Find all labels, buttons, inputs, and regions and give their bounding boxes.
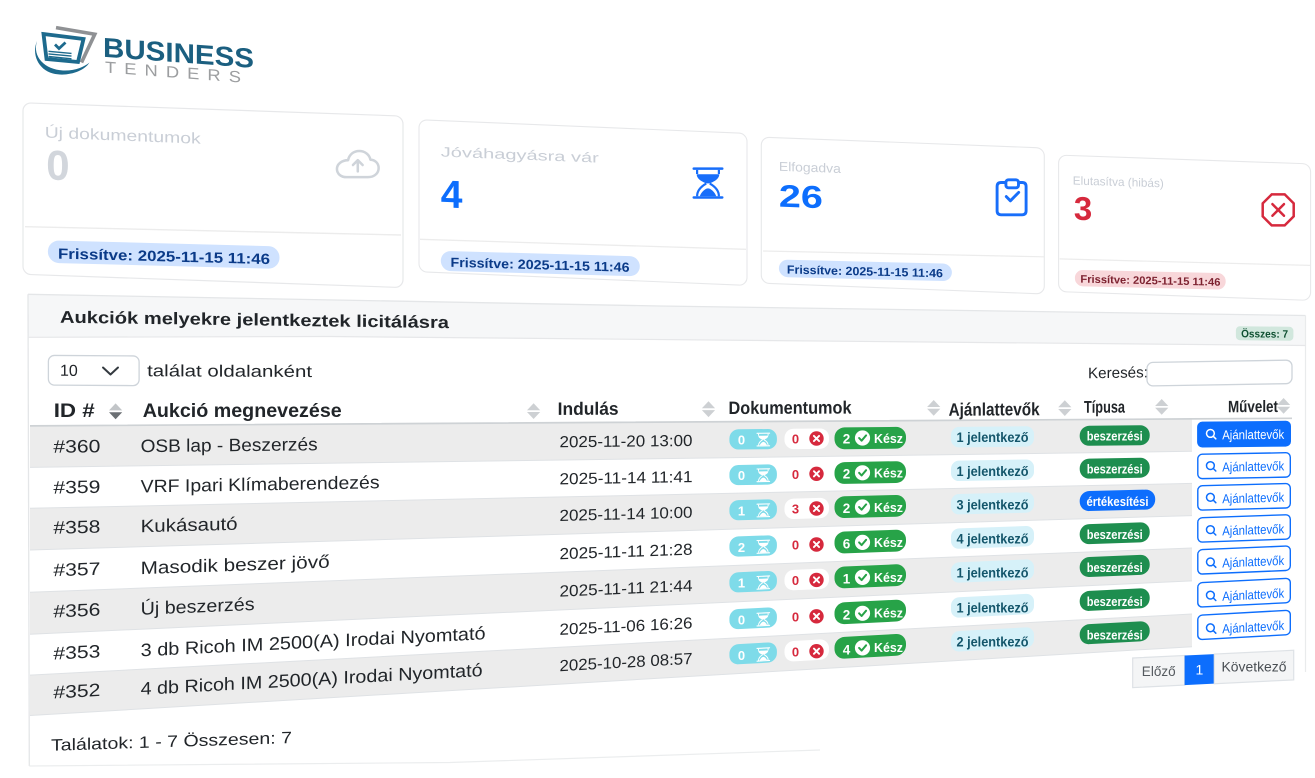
svg-text:0: 0 [792, 467, 799, 482]
svg-text:0: 0 [792, 538, 799, 553]
svg-text:Ajánlattevők: Ajánlattevők [1222, 490, 1284, 507]
svg-text:1: 1 [843, 572, 851, 587]
svg-text:0: 0 [792, 573, 799, 588]
svg-text:4: 4 [441, 173, 463, 217]
svg-text:4 jelentkező: 4 jelentkező [957, 531, 1029, 547]
svg-text:beszerzési: beszerzési [1087, 560, 1143, 575]
svg-text:beszerzési: beszerzési [1087, 527, 1143, 542]
svg-text:0: 0 [738, 613, 745, 628]
svg-text:4: 4 [843, 642, 851, 657]
svg-text:beszerzési: beszerzési [1087, 594, 1143, 609]
svg-text:VRF Ipari Klímaberendezés: VRF Ipari Klímaberendezés [141, 472, 380, 496]
svg-text:0: 0 [46, 141, 69, 189]
svg-text:2025-11-20 13:00: 2025-11-20 13:00 [560, 433, 693, 451]
svg-text:beszerzési: beszerzési [1087, 429, 1143, 444]
svg-text:beszerzési: beszerzési [1087, 627, 1143, 642]
svg-text:találat oldalanként: találat oldalanként [147, 362, 313, 381]
svg-text:Összes: 7: Összes: 7 [1241, 327, 1288, 340]
svg-text:1 jelentkező: 1 jelentkező [957, 600, 1029, 616]
svg-text:Következő: Következő [1222, 660, 1287, 675]
svg-text:#359: #359 [53, 477, 100, 498]
svg-text:#353: #353 [53, 641, 100, 663]
svg-text:#356: #356 [53, 600, 100, 622]
svg-text:Típusa: Típusa [1084, 398, 1125, 417]
svg-text:1 jelentkező: 1 jelentkező [957, 429, 1029, 445]
svg-text:0: 0 [738, 468, 745, 483]
svg-text:Kész: Kész [874, 640, 903, 655]
svg-text:0: 0 [792, 432, 799, 447]
svg-text:1: 1 [738, 576, 745, 591]
svg-text:Ajánlattevők: Ajánlattevők [1222, 521, 1284, 538]
svg-text:Kész: Kész [874, 570, 903, 585]
svg-text:Kész: Kész [874, 431, 903, 446]
svg-text:Ajánlattevők: Ajánlattevők [1222, 427, 1284, 443]
svg-text:Elfogadva: Elfogadva [779, 159, 842, 176]
svg-text:Kukásautó: Kukásautó [141, 514, 238, 536]
svg-text:Elutasítva (hibás): Elutasítva (hibás) [1073, 174, 1164, 191]
svg-text:2: 2 [843, 431, 851, 446]
svg-text:Ajánlattevők: Ajánlattevők [1222, 586, 1284, 604]
svg-text:3: 3 [792, 502, 799, 517]
svg-text:Kész: Kész [874, 466, 903, 481]
svg-text:értékesítési: értékesítési [1087, 494, 1149, 509]
svg-text:ID #: ID # [54, 400, 95, 422]
svg-text:#358: #358 [53, 517, 100, 538]
svg-text:1 jelentkező: 1 jelentkező [957, 463, 1029, 479]
svg-text:1: 1 [1196, 661, 1204, 677]
svg-text:OSB lap - Beszerzés: OSB lap - Beszerzés [141, 434, 318, 456]
svg-text:2: 2 [843, 608, 851, 623]
svg-text:10: 10 [60, 363, 78, 380]
svg-text:2 jelentkező: 2 jelentkező [957, 634, 1029, 650]
svg-text:2: 2 [843, 466, 851, 481]
svg-text:1 jelentkező: 1 jelentkező [957, 565, 1029, 581]
svg-text:Művelet: Művelet [1228, 398, 1278, 416]
svg-text:0: 0 [738, 648, 745, 663]
svg-text:6: 6 [843, 536, 851, 551]
svg-text:0: 0 [792, 610, 799, 625]
svg-text:0: 0 [792, 644, 799, 659]
svg-text:Kész: Kész [874, 606, 903, 621]
svg-text:2: 2 [843, 501, 851, 516]
svg-text:#357: #357 [53, 559, 100, 581]
svg-text:Ajánlattevők: Ajánlattevők [949, 399, 1041, 419]
svg-text:Kész: Kész [874, 500, 903, 515]
svg-text:Keresés:: Keresés: [1088, 364, 1148, 382]
svg-text:2025-11-14 10:00: 2025-11-14 10:00 [560, 505, 693, 525]
svg-text:Ajánlattevők: Ajánlattevők [1222, 458, 1284, 474]
svg-text:2: 2 [738, 540, 745, 555]
svg-text:3 jelentkező: 3 jelentkező [957, 496, 1029, 512]
svg-text:2025-11-14 11:41: 2025-11-14 11:41 [560, 469, 693, 488]
svg-text:1: 1 [738, 503, 745, 518]
svg-text:Ajánlattevők: Ajánlattevők [1222, 553, 1284, 571]
svg-text:#360: #360 [53, 436, 100, 456]
svg-text:3: 3 [1074, 190, 1092, 228]
svg-text:#352: #352 [53, 680, 100, 703]
svg-text:Kész: Kész [874, 535, 903, 550]
svg-text:26: 26 [779, 178, 823, 216]
svg-text:Aukció megnevezése: Aukció megnevezése [143, 401, 342, 422]
svg-text:0: 0 [738, 432, 745, 447]
svg-text:beszerzési: beszerzési [1087, 461, 1143, 476]
svg-text:Indulás: Indulás [558, 399, 619, 419]
svg-text:Dokumentumok: Dokumentumok [729, 398, 853, 418]
svg-text:Előző: Előző [1142, 664, 1176, 679]
